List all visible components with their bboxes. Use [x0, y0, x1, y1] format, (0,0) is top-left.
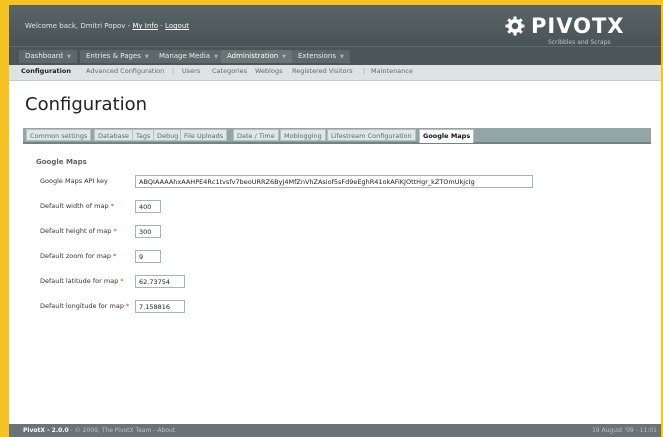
welcome-text: Welcome back, Dmitri Popov -: [25, 22, 131, 30]
map-zoom-label-text: Default zoom for map: [40, 252, 112, 260]
tab-lifestream-configuration[interactable]: Lifestream Configuration: [327, 129, 416, 141]
nav-administration[interactable]: Administration ▼: [221, 50, 293, 63]
api-key-label: Google Maps API key: [40, 177, 108, 185]
chevron-down-icon: ▼: [66, 54, 71, 60]
map-latitude-label-text: Default latitude for map: [40, 277, 119, 285]
nav-administration-label: Administration: [227, 52, 279, 60]
subnav-advanced-configuration[interactable]: Advanced Configuration: [86, 67, 164, 75]
chevron-down-icon: ▼: [144, 54, 149, 60]
chevron-down-icon: ▼: [282, 54, 287, 60]
map-latitude-label: Default latitude for map *: [40, 277, 124, 285]
footer-separator: -: [70, 427, 73, 434]
map-height-label: Default height of map *: [40, 227, 117, 235]
map-longitude-label: Default longitude for map *: [40, 302, 129, 310]
tab-google-maps[interactable]: Google Maps: [419, 129, 475, 143]
api-key-label-text: Google Maps API key: [40, 177, 108, 185]
tab-database[interactable]: Database: [94, 129, 134, 141]
required-mark: *: [113, 252, 117, 260]
pivotx-logo[interactable]: PIVOTX: [505, 14, 625, 38]
footer-date: 19 August '09 - 11:01: [591, 427, 657, 434]
subnav-maintenance[interactable]: Maintenance: [371, 67, 413, 75]
map-latitude-input[interactable]: [135, 275, 185, 288]
gear-logo-icon: [505, 16, 525, 36]
tab-debug[interactable]: Debug: [153, 129, 183, 141]
footer-separator: -: [153, 427, 156, 434]
subnav-divider: |: [172, 67, 175, 75]
map-width-label-text: Default width of map: [40, 202, 109, 210]
nav-entries-pages[interactable]: Entries & Pages ▼: [80, 50, 155, 63]
sub-nav: Configuration Advanced Configuration | U…: [9, 65, 661, 81]
nav-manage-media[interactable]: Manage Media ▼: [153, 50, 224, 63]
required-mark: *: [120, 277, 124, 285]
map-height-input[interactable]: [135, 225, 161, 238]
app-window: Welcome back, Dmitri Popov - My Info - L…: [9, 5, 661, 437]
main-nav: Dashboard ▼ Entries & Pages ▼ Manage Media…: [9, 46, 661, 65]
welcome-separator: -: [160, 22, 163, 30]
logout-link[interactable]: Logout: [165, 22, 189, 30]
subnav-divider: |: [363, 67, 366, 75]
map-longitude-label-text: Default longitude for map: [40, 302, 124, 310]
tab-tags[interactable]: Tags: [132, 129, 155, 141]
nav-dashboard[interactable]: Dashboard ▼: [19, 50, 77, 63]
map-longitude-input[interactable]: [135, 300, 185, 313]
nav-entries-pages-label: Entries & Pages: [86, 52, 141, 60]
map-zoom-input[interactable]: [135, 250, 161, 263]
welcome-line: Welcome back, Dmitri Popov - My Info - L…: [25, 22, 189, 30]
site-tagline: Scribbles and Scraps: [548, 39, 611, 46]
map-zoom-label: Default zoom for map *: [40, 252, 116, 260]
settings-tab-bar: Common settings Database Tags Debug File…: [23, 128, 651, 144]
section-title: Google Maps: [36, 158, 87, 166]
nav-extensions-label: Extensions: [298, 52, 337, 60]
chevron-down-icon: ▼: [214, 54, 218, 60]
footer-copyright: © 2009, The PivotX Team: [74, 427, 152, 434]
subnav-weblogs[interactable]: Weblogs: [255, 67, 282, 75]
header-bar: Welcome back, Dmitri Popov - My Info - L…: [9, 5, 661, 46]
nav-dashboard-label: Dashboard: [25, 52, 63, 60]
map-height-label-text: Default height of map: [40, 227, 112, 235]
page-title: Configuration: [25, 94, 148, 115]
tab-common-settings[interactable]: Common settings: [26, 129, 92, 141]
footer-bar: PivotX - 2.0.0 - © 2009, The PivotX Team…: [9, 424, 661, 437]
subnav-users[interactable]: Users: [182, 67, 200, 75]
footer-about-link[interactable]: About: [157, 427, 175, 434]
required-mark: *: [113, 227, 117, 235]
api-key-input[interactable]: [135, 175, 533, 188]
required-mark: *: [110, 202, 114, 210]
my-info-link[interactable]: My Info: [132, 22, 158, 30]
subnav-configuration[interactable]: Configuration: [21, 67, 71, 75]
tab-moblogging[interactable]: Moblogging: [280, 129, 326, 141]
subnav-categories[interactable]: Categories: [212, 67, 247, 75]
logo-text: PIVOTX: [531, 14, 625, 38]
nav-manage-media-label: Manage Media: [159, 52, 211, 60]
required-mark: *: [126, 302, 130, 310]
chevron-down-icon: ▼: [340, 54, 344, 60]
subnav-registered-visitors[interactable]: Registered Visitors: [292, 67, 353, 75]
map-width-input[interactable]: [135, 200, 161, 213]
nav-extensions[interactable]: Extensions ▼: [292, 50, 350, 63]
tab-date-time[interactable]: Date / Time: [233, 129, 279, 141]
tab-file-uploads[interactable]: File Uploads: [180, 129, 228, 141]
footer-version: PivotX - 2.0.0: [23, 427, 69, 434]
footer-info: PivotX - 2.0.0 - © 2009, The PivotX Team…: [23, 427, 175, 434]
map-width-label: Default width of map *: [40, 202, 114, 210]
